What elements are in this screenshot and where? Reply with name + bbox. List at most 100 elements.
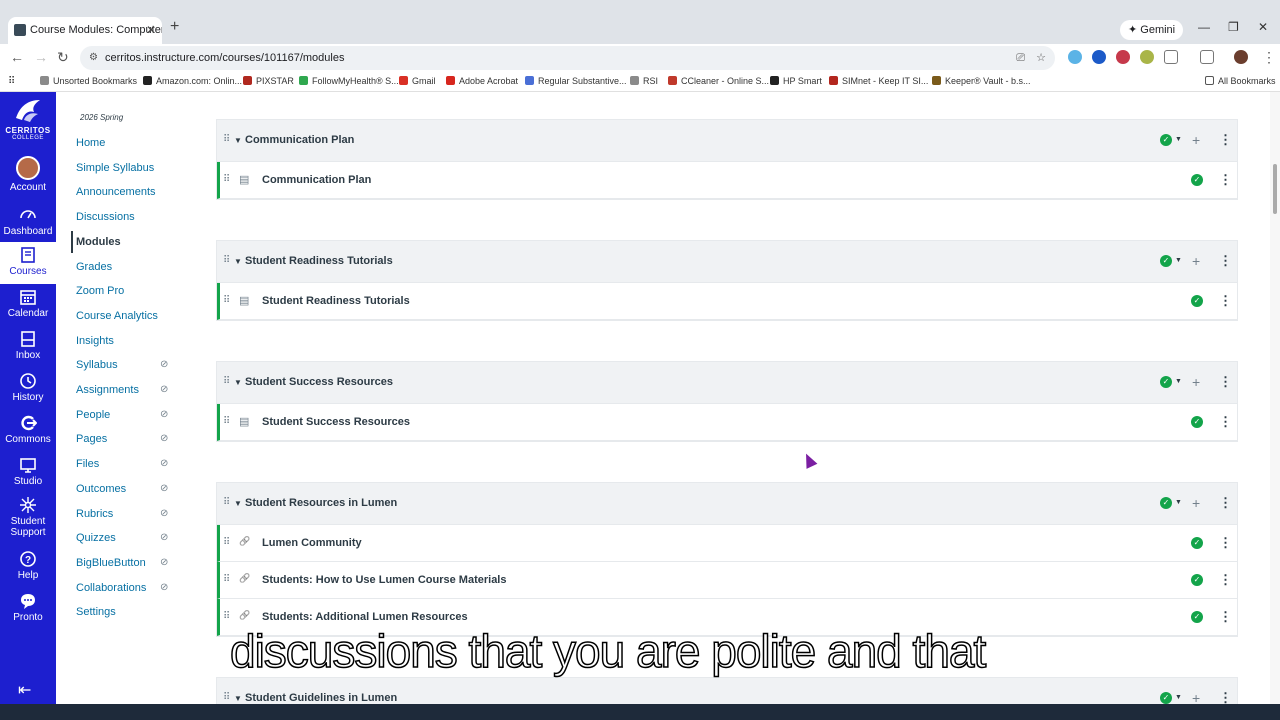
bookmark-item[interactable]: CCleaner - Online S... <box>668 76 769 86</box>
add-item-icon[interactable]: + <box>1192 690 1200 704</box>
item-options-icon[interactable]: ⋮ <box>1219 609 1232 625</box>
global-nav-inbox[interactable]: Inbox <box>0 330 56 361</box>
close-tab-icon[interactable]: ✕ <box>146 17 156 44</box>
course-nav-pages[interactable]: Pages <box>76 433 107 445</box>
published-check-icon[interactable]: ✓ <box>1191 174 1203 186</box>
global-nav-courses[interactable]: Courses <box>0 242 56 284</box>
module-item[interactable]: ⠿ ▤ Communication Plan ✓ ⋮ <box>217 162 1237 199</box>
module-header[interactable]: ⠿ ▼ Student Success Resources ✓ ▼ + ⋮ <box>217 362 1237 404</box>
forward-icon[interactable]: → <box>34 49 48 65</box>
module-item-title[interactable]: Students: How to Use Lumen Course Materi… <box>262 574 506 586</box>
add-item-icon[interactable]: + <box>1192 495 1200 511</box>
module-item[interactable]: ⠿ 🔗 Lumen Community ✓ ⋮ <box>217 525 1237 562</box>
course-nav-people[interactable]: People <box>76 409 110 421</box>
bookmark-item[interactable]: Adobe Acrobat <box>446 76 518 86</box>
course-nav-discussions[interactable]: Discussions <box>76 211 135 223</box>
bookmark-item[interactable]: Keeper® Vault - b.s... <box>932 76 1031 86</box>
module-item-title[interactable]: Lumen Community <box>262 537 362 549</box>
course-nav-rubrics[interactable]: Rubrics <box>76 508 113 520</box>
course-nav-syllabus[interactable]: Syllabus <box>76 359 118 371</box>
cerritos-logo[interactable]: CERRITOS COLLEGE <box>2 98 54 141</box>
bookmark-item[interactable]: SIMnet - Keep IT SI... <box>829 76 928 86</box>
course-nav-course-analytics[interactable]: Course Analytics <box>76 310 158 322</box>
new-tab-button[interactable]: + <box>170 18 179 36</box>
module-item-title[interactable]: Students: Additional Lumen Resources <box>262 611 468 623</box>
course-nav-insights[interactable]: Insights <box>76 335 114 347</box>
bookmark-item[interactable]: FollowMyHealth® S... <box>299 76 399 86</box>
module-item-title[interactable]: Student Readiness Tutorials <box>262 295 410 307</box>
course-nav-collaborations[interactable]: Collaborations <box>76 582 146 594</box>
course-nav-outcomes[interactable]: Outcomes <box>76 483 126 495</box>
drag-handle-icon[interactable]: ⠿ <box>223 611 230 622</box>
drag-handle-icon[interactable]: ⠿ <box>223 255 230 266</box>
global-nav-account[interactable]: Account <box>0 156 56 193</box>
module-header[interactable]: ⠿ ▼ Student Resources in Lumen ✓ ▼ + ⋮ <box>217 483 1237 525</box>
collapse-caret-icon[interactable]: ▼ <box>234 499 242 508</box>
item-options-icon[interactable]: ⋮ <box>1219 535 1232 551</box>
module-item[interactable]: ⠿ 🔗 Students: How to Use Lumen Course Mate… <box>217 562 1237 599</box>
address-bar[interactable]: ⚙ cerritos.instructure.com/courses/10116… <box>80 46 1055 70</box>
collapse-caret-icon[interactable]: ▼ <box>234 136 242 145</box>
drag-handle-icon[interactable]: ⠿ <box>223 497 230 508</box>
bookmark-item[interactable]: Regular Substantive... <box>525 76 627 86</box>
module-options-icon[interactable]: ⋮ <box>1219 132 1232 148</box>
published-check-icon[interactable]: ✓ <box>1160 497 1172 509</box>
published-check-icon[interactable]: ✓ <box>1160 376 1172 388</box>
published-check-icon[interactable]: ✓ <box>1191 416 1203 428</box>
published-check-icon[interactable]: ✓ <box>1191 611 1203 623</box>
publish-menu-caret-icon[interactable]: ▼ <box>1175 694 1182 701</box>
global-nav-history[interactable]: History <box>0 372 56 403</box>
course-nav-announcements[interactable]: Announcements <box>76 186 156 198</box>
drag-handle-icon[interactable]: ⠿ <box>223 295 230 306</box>
published-check-icon[interactable]: ✓ <box>1160 692 1172 704</box>
drag-handle-icon[interactable]: ⠿ <box>223 174 230 185</box>
item-options-icon[interactable]: ⋮ <box>1219 172 1232 188</box>
add-item-icon[interactable]: + <box>1192 253 1200 269</box>
reload-icon[interactable]: ↻ <box>57 49 69 66</box>
module-header[interactable]: ⠿ ▼ Student Guidelines in Lumen ✓ ▼ + ⋮ <box>217 678 1237 704</box>
drag-handle-icon[interactable]: ⠿ <box>223 692 230 703</box>
browser-tab[interactable]: Course Modules: Computer Ap ✕ <box>8 17 162 44</box>
minimize-icon[interactable]: — <box>1198 20 1210 34</box>
course-nav-quizzes[interactable]: Quizzes <box>76 532 116 544</box>
global-nav-studio[interactable]: Studio <box>0 456 56 487</box>
module-options-icon[interactable]: ⋮ <box>1219 253 1232 269</box>
drag-handle-icon[interactable]: ⠿ <box>223 376 230 387</box>
extensions-puzzle-icon[interactable] <box>1164 50 1178 64</box>
bookmark-item[interactable]: HP Smart <box>770 76 822 86</box>
drag-handle-icon[interactable]: ⠿ <box>223 574 230 585</box>
global-nav-commons[interactable]: Commons <box>0 414 56 445</box>
module-header[interactable]: ⠿ ▼ Student Readiness Tutorials ✓ ▼ + ⋮ <box>217 241 1237 283</box>
course-nav-modules[interactable]: Modules <box>76 236 121 248</box>
module-item-title[interactable]: Student Success Resources <box>262 416 410 428</box>
page-scrollbar[interactable] <box>1270 92 1280 704</box>
published-check-icon[interactable]: ✓ <box>1191 295 1203 307</box>
module-item[interactable]: ⠿ ▤ Student Readiness Tutorials ✓ ⋮ <box>217 283 1237 320</box>
apps-grid-icon[interactable]: ⠿ <box>8 76 15 87</box>
published-check-icon[interactable]: ✓ <box>1160 255 1172 267</box>
install-icon[interactable]: ⎚ <box>1016 46 1025 70</box>
gemini-button[interactable]: ✦ Gemini <box>1120 20 1184 40</box>
global-nav-pronto[interactable]: Pronto <box>0 592 56 623</box>
drag-handle-icon[interactable]: ⠿ <box>223 134 230 145</box>
green-extension-icon[interactable] <box>1140 50 1154 64</box>
course-nav-assignments[interactable]: Assignments <box>76 384 139 396</box>
course-nav-simple-syllabus[interactable]: Simple Syllabus <box>76 162 154 174</box>
scroll-thumb[interactable] <box>1273 164 1277 214</box>
profile-avatar-icon[interactable] <box>1234 50 1248 64</box>
course-nav-files[interactable]: Files <box>76 458 99 470</box>
publish-menu-caret-icon[interactable]: ▼ <box>1175 257 1182 264</box>
module-item[interactable]: ⠿ ▤ Student Success Resources ✓ ⋮ <box>217 404 1237 441</box>
bookmark-item[interactable]: Gmail <box>399 76 436 86</box>
bookmark-item[interactable]: PIXSTAR <box>243 76 294 86</box>
publish-menu-caret-icon[interactable]: ▼ <box>1175 136 1182 143</box>
drag-handle-icon[interactable]: ⠿ <box>223 537 230 548</box>
item-options-icon[interactable]: ⋮ <box>1219 572 1232 588</box>
maximize-icon[interactable]: ❐ <box>1228 20 1239 34</box>
course-nav-zoom-pro[interactable]: Zoom Pro <box>76 285 124 297</box>
publish-menu-caret-icon[interactable]: ▼ <box>1175 378 1182 385</box>
published-check-icon[interactable]: ✓ <box>1191 537 1203 549</box>
m-extension-icon[interactable] <box>1092 50 1106 64</box>
bookmark-item[interactable]: Unsorted Bookmarks <box>40 76 137 86</box>
bookmark-item[interactable]: Amazon.com: Onlin... <box>143 76 242 86</box>
